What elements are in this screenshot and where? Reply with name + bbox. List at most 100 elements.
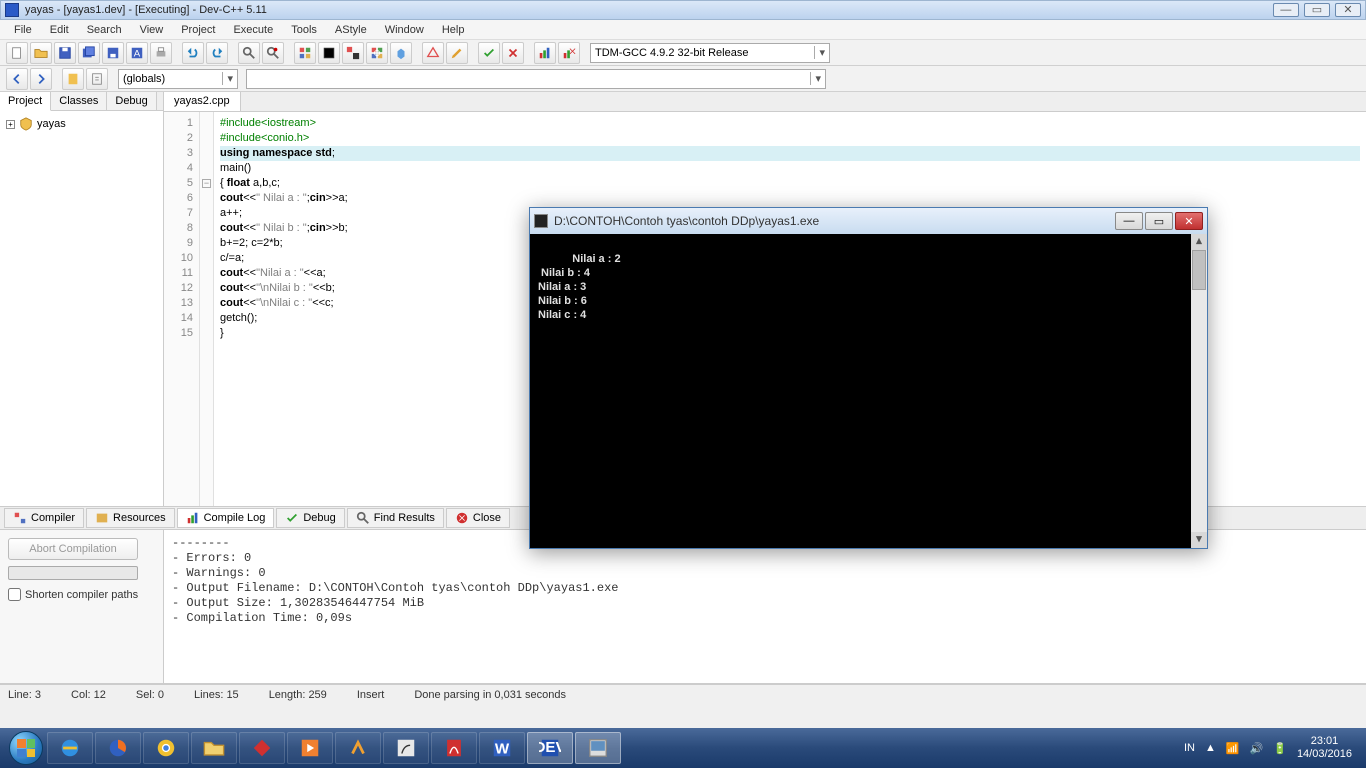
profile-button[interactable] xyxy=(422,42,444,64)
menu-view[interactable]: View xyxy=(132,22,172,38)
compile-log-side: Abort Compilation Shorten compiler paths xyxy=(0,530,164,683)
bottom-tab-resources[interactable]: Resources xyxy=(86,508,175,528)
nav-forward-button[interactable] xyxy=(30,68,52,90)
abort-compilation-button[interactable]: Abort Compilation xyxy=(8,538,138,560)
profile-analysis-button[interactable] xyxy=(534,42,556,64)
console-minimize-button[interactable]: — xyxy=(1115,212,1143,230)
taskbar-app2-icon[interactable] xyxy=(383,732,429,764)
maximize-button[interactable]: ▭ xyxy=(1304,3,1330,17)
tray-volume-icon[interactable]: 🔊 xyxy=(1250,742,1264,755)
compile-run-button[interactable] xyxy=(342,42,364,64)
save-as-button[interactable] xyxy=(102,42,124,64)
tab-classes[interactable]: Classes xyxy=(51,92,107,110)
taskbar-explorer-icon[interactable] xyxy=(191,732,237,764)
console-output[interactable]: Nilai a : 2 Nilai b : 4 Nilai a : 3 Nila… xyxy=(530,234,1207,548)
taskbar-winamp-icon[interactable] xyxy=(335,732,381,764)
taskbar-chrome-icon[interactable] xyxy=(143,732,189,764)
member-select[interactable]: ▾ xyxy=(246,69,826,89)
window-titlebar: yayas - [yayas1.dev] - [Executing] - Dev… xyxy=(0,0,1366,20)
project-icon xyxy=(19,117,33,131)
run-button[interactable] xyxy=(318,42,340,64)
menu-file[interactable]: File xyxy=(6,22,40,38)
taskbar-media-icon[interactable] xyxy=(287,732,333,764)
redo-button[interactable] xyxy=(206,42,228,64)
status-msg: Done parsing in 0,031 seconds xyxy=(414,689,566,701)
debug-check-button[interactable] xyxy=(478,42,500,64)
project-tree[interactable]: + yayas xyxy=(0,111,163,506)
start-button[interactable] xyxy=(6,728,46,768)
close-file-button[interactable]: A xyxy=(126,42,148,64)
debug-stop-button[interactable] xyxy=(502,42,524,64)
fold-column: − xyxy=(200,112,214,506)
console-scrollbar[interactable]: ▴ ▾ xyxy=(1191,234,1207,548)
menu-search[interactable]: Search xyxy=(79,22,130,38)
new-file-button[interactable] xyxy=(6,42,28,64)
scroll-thumb[interactable] xyxy=(1192,250,1206,290)
tray-network-icon[interactable]: 📶 xyxy=(1226,742,1240,755)
tray-flag-icon[interactable]: ▲ xyxy=(1205,742,1216,754)
taskbar-console-icon[interactable] xyxy=(575,732,621,764)
menu-window[interactable]: Window xyxy=(377,22,432,38)
scroll-up-icon[interactable]: ▴ xyxy=(1191,234,1207,250)
nav-back-button[interactable] xyxy=(6,68,28,90)
console-maximize-button[interactable]: ▭ xyxy=(1145,212,1173,230)
save-all-button[interactable] xyxy=(78,42,100,64)
window-title: yayas - [yayas1.dev] - [Executing] - Dev… xyxy=(25,4,1271,16)
rebuild-button[interactable] xyxy=(366,42,388,64)
bottom-tab-debug[interactable]: Debug xyxy=(276,508,344,528)
console-window[interactable]: D:\CONTOH\Contoh tyas\contoh DDp\yayas1.… xyxy=(529,207,1208,549)
console-titlebar[interactable]: D:\CONTOH\Contoh tyas\contoh DDp\yayas1.… xyxy=(530,208,1207,234)
compile-log-text[interactable]: -------- - Errors: 0 - Warnings: 0 - Out… xyxy=(164,530,1366,683)
tray-clock[interactable]: 23:0114/03/2016 xyxy=(1297,735,1352,761)
undo-button[interactable] xyxy=(182,42,204,64)
save-button[interactable] xyxy=(54,42,76,64)
editor-tab[interactable]: yayas2.cpp xyxy=(164,92,241,111)
minimize-button[interactable]: — xyxy=(1273,3,1299,17)
open-button[interactable] xyxy=(30,42,52,64)
shorten-paths-checkbox[interactable]: Shorten compiler paths xyxy=(8,588,155,601)
compile-button[interactable] xyxy=(294,42,316,64)
menu-tools[interactable]: Tools xyxy=(283,22,325,38)
menu-project[interactable]: Project xyxy=(173,22,223,38)
tray-lang[interactable]: IN xyxy=(1184,742,1195,754)
tray-battery-icon[interactable]: 🔋 xyxy=(1273,742,1287,755)
side-tabs: Project Classes Debug xyxy=(0,92,163,111)
taskbar-firefox-icon[interactable] xyxy=(95,732,141,764)
menu-astyle[interactable]: AStyle xyxy=(327,22,375,38)
menu-help[interactable]: Help xyxy=(434,22,473,38)
taskbar-ie-icon[interactable] xyxy=(47,732,93,764)
console-close-button[interactable]: ✕ xyxy=(1175,212,1203,230)
compiler-select[interactable]: TDM-GCC 4.9.2 32-bit Release▾ xyxy=(590,43,830,63)
taskbar-devcpp-icon[interactable]: DEV xyxy=(527,732,573,764)
replace-button[interactable] xyxy=(262,42,284,64)
menu-execute[interactable]: Execute xyxy=(225,22,281,38)
status-mode: Insert xyxy=(357,689,385,701)
status-col: Col: 12 xyxy=(71,689,106,701)
bottom-tab-compile-log[interactable]: Compile Log xyxy=(177,508,275,528)
debug-button[interactable] xyxy=(390,42,412,64)
delete-profile-button[interactable] xyxy=(558,42,580,64)
edit-button[interactable] xyxy=(446,42,468,64)
tree-root[interactable]: + yayas xyxy=(4,115,159,133)
taskbar-app1-icon[interactable] xyxy=(239,732,285,764)
bottom-tab-close[interactable]: Close xyxy=(446,508,510,528)
bottom-tab-find[interactable]: Find Results xyxy=(347,508,444,528)
expand-icon[interactable]: + xyxy=(6,120,15,129)
status-bar: Line: 3 Col: 12 Sel: 0 Lines: 15 Length:… xyxy=(0,684,1366,704)
bottom-tab-compiler[interactable]: Compiler xyxy=(4,508,84,528)
toolbar-nav: (globals)▾ ▾ xyxy=(0,66,1366,92)
tab-project[interactable]: Project xyxy=(0,92,51,111)
find-button[interactable] xyxy=(238,42,260,64)
console-icon xyxy=(534,214,548,228)
goto-button[interactable] xyxy=(86,68,108,90)
taskbar-word-icon[interactable]: W xyxy=(479,732,525,764)
scroll-down-icon[interactable]: ▾ xyxy=(1191,532,1207,548)
menu-edit[interactable]: Edit xyxy=(42,22,77,38)
taskbar-pdf-icon[interactable] xyxy=(431,732,477,764)
editor-tabs: yayas2.cpp xyxy=(164,92,1366,112)
bookmark-button[interactable] xyxy=(62,68,84,90)
close-button[interactable]: ✕ xyxy=(1335,3,1361,17)
scope-select[interactable]: (globals)▾ xyxy=(118,69,238,89)
print-button[interactable] xyxy=(150,42,172,64)
tab-debug[interactable]: Debug xyxy=(107,92,156,110)
